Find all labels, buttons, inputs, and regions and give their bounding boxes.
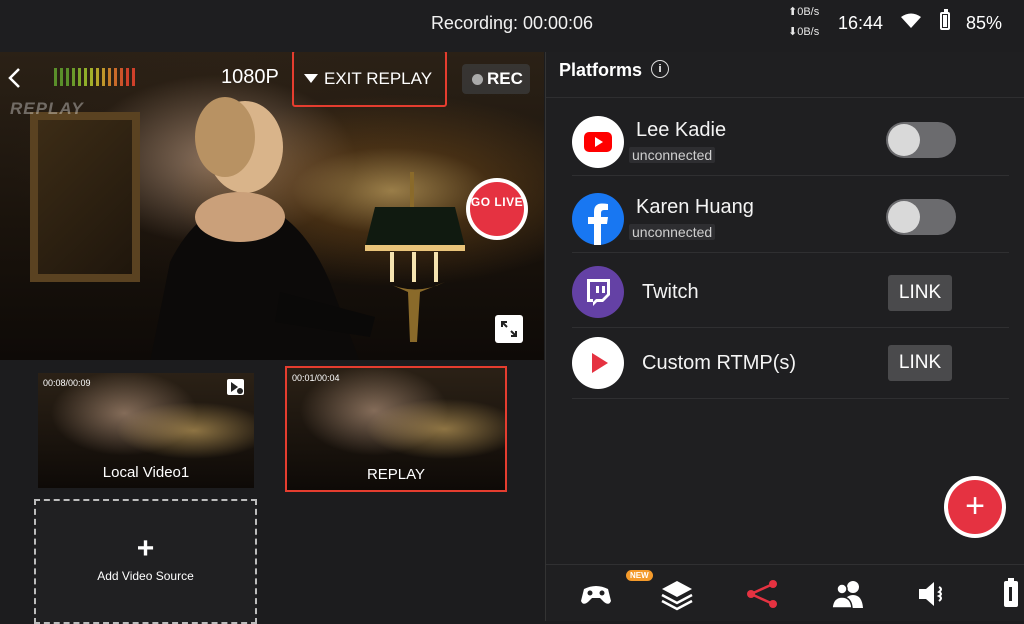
- exit-replay-button[interactable]: EXIT REPLAY: [292, 52, 447, 107]
- audio-meter-bar: [96, 68, 99, 86]
- painting-frame: [30, 112, 140, 282]
- source-replay[interactable]: 00:01/00:04 REPLAY: [285, 366, 507, 492]
- exit-replay-label: EXIT REPLAY: [324, 69, 433, 88]
- twitch-icon: [572, 266, 624, 318]
- youtube-toggle[interactable]: [886, 122, 956, 158]
- twitch-link-button[interactable]: LINK: [888, 275, 952, 311]
- audio-meter-bar: [66, 68, 69, 86]
- platform-name: Twitch: [642, 281, 699, 303]
- upload-speed: ⬆0B/s: [788, 6, 820, 18]
- platforms-title: Platforms: [559, 60, 643, 80]
- audio-meter-bar: [60, 68, 63, 86]
- resolution-label[interactable]: 1080P: [221, 66, 279, 89]
- audio-meter-bar: [114, 68, 117, 86]
- go-live-circle: GO LIVE: [470, 182, 524, 236]
- audio-meter-bar: [78, 68, 81, 86]
- nav-share[interactable]: [732, 565, 792, 622]
- platform-row-facebook[interactable]: Karen Huang unconnected: [572, 182, 1009, 253]
- audio-meter-bar: [102, 68, 105, 86]
- back-icon[interactable]: [4, 66, 26, 90]
- users-icon: [831, 581, 863, 609]
- info-icon[interactable]: i: [651, 60, 669, 78]
- audio-meter-bar: [90, 68, 93, 86]
- record-dot-icon: [472, 74, 483, 85]
- battery-percent: 85%: [966, 13, 1003, 33]
- platforms-panel: Platforms i Lee Kadie unconnected Karen …: [545, 52, 1024, 621]
- audio-meter-bar: [72, 68, 75, 86]
- add-video-source-label: Add Video Source: [97, 569, 194, 583]
- nav-gamepad[interactable]: NEW: [566, 565, 653, 622]
- toggle-knob: [888, 201, 920, 233]
- platform-row-youtube[interactable]: Lee Kadie unconnected: [572, 105, 1009, 176]
- nav-audio[interactable]: [903, 565, 963, 622]
- lamp-image: [365, 172, 465, 342]
- source-duration: 00:01/00:04: [292, 373, 340, 383]
- battery-icon: [940, 9, 950, 30]
- platform-status: unconnected: [629, 224, 716, 240]
- divider: [546, 97, 1024, 98]
- woman-image: [150, 97, 375, 360]
- speaker-icon: [919, 582, 942, 606]
- platform-row-custom-rtmp[interactable]: Custom RTMP(s) LINK: [572, 328, 1009, 399]
- audio-meter-bar: [126, 68, 129, 86]
- status-bar: Recording: 00:00:06 ⬆0B/s ⬇0B/s 16:44 85…: [0, 0, 1024, 52]
- plus-icon: +: [948, 480, 1002, 534]
- layers-icon: [661, 581, 693, 611]
- facebook-icon: [572, 193, 624, 245]
- plus-icon: +: [136, 532, 155, 565]
- source-label: Local Video1: [102, 464, 190, 481]
- platform-name: Lee Kadie: [636, 119, 727, 141]
- nav-users[interactable]: [818, 565, 878, 622]
- expand-icon: [501, 321, 517, 337]
- download-speed: ⬇0B/s: [788, 26, 820, 38]
- source-label: REPLAY: [366, 466, 426, 483]
- network-speed: ⬆0B/s ⬇0B/s: [788, 2, 819, 42]
- audio-meter-bar: [54, 68, 57, 86]
- audio-meter-bar: [108, 68, 111, 86]
- source-local-video[interactable]: 00:08/00:09 Local Video1: [38, 373, 254, 488]
- nav-more[interactable]: [996, 565, 1024, 622]
- youtube-icon: [572, 116, 624, 168]
- custom-rtmp-link-button[interactable]: LINK: [888, 345, 952, 381]
- fullscreen-button[interactable]: [495, 315, 523, 343]
- platform-name: Karen Huang: [636, 196, 754, 218]
- camera-preview[interactable]: REPLAY 1080P EXIT REPLAY REC GO LIVE: [0, 52, 544, 360]
- rec-button[interactable]: REC: [462, 64, 530, 94]
- bottom-nav: NEW: [546, 564, 1024, 622]
- add-video-source-button[interactable]: + Add Video Source: [34, 499, 257, 624]
- platform-row-twitch[interactable]: Twitch LINK: [572, 257, 1009, 328]
- gamepad-icon: [581, 586, 611, 604]
- audio-meter-bar: [132, 68, 135, 86]
- platform-name: Custom RTMP(s): [642, 352, 797, 374]
- share-icon: [747, 580, 777, 608]
- go-live-label: GO LIVE: [470, 195, 524, 209]
- add-platform-button[interactable]: +: [944, 476, 1006, 538]
- go-live-button[interactable]: GO LIVE: [466, 178, 528, 240]
- facebook-toggle[interactable]: [886, 199, 956, 235]
- audio-meter-bar: [84, 68, 87, 86]
- nav-layers[interactable]: [647, 565, 707, 622]
- battery-tab-icon: [1004, 578, 1018, 607]
- source-duration: 00:08/00:09: [43, 378, 91, 388]
- replay-watermark: REPLAY: [10, 99, 84, 118]
- audio-level-meter: [54, 68, 135, 86]
- rtmp-play-icon: [572, 337, 624, 389]
- audio-meter-bar: [120, 68, 123, 86]
- rec-label: REC: [487, 69, 523, 88]
- dropdown-triangle-icon: [304, 74, 318, 83]
- clock: 16:44: [838, 13, 884, 33]
- wifi-icon: [901, 13, 921, 28]
- toggle-knob: [888, 124, 920, 156]
- video-settings-icon[interactable]: [227, 379, 244, 395]
- platform-status: unconnected: [629, 147, 716, 163]
